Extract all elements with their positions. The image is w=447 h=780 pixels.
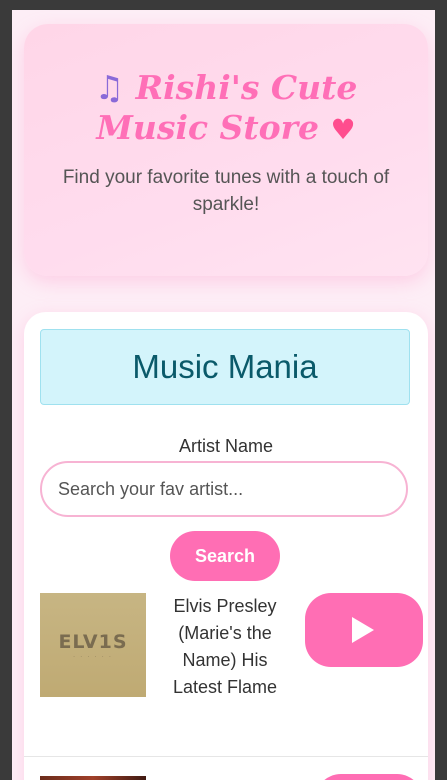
artist-search-input[interactable] (40, 461, 408, 517)
store-title-text: Rishi's Cute Music Store (96, 68, 358, 147)
musical-notes-icon: ♫ (94, 68, 125, 107)
album-art-next (40, 776, 146, 780)
result-row: ELV1S · · · · · · Elvis Presley (Marie's… (24, 582, 428, 746)
play-button-next[interactable] (315, 774, 423, 780)
sparkling-heart-icon: ♥ (330, 113, 356, 146)
song-title: Elvis Presley (Marie's the Name) His Lat… (172, 596, 278, 697)
store-title: ♫ Rishi's Cute Music Store ♥ (48, 68, 404, 150)
row-divider (24, 756, 428, 757)
search-button[interactable]: Search (170, 531, 280, 581)
music-search-card: Music Mania Artist Name Search ELV1S · ·… (24, 312, 428, 780)
album-art: ELV1S · · · · · · (40, 593, 146, 697)
page-viewport: ♫ Rishi's Cute Music Store ♥ Find your f… (12, 10, 435, 780)
play-button[interactable] (305, 593, 423, 667)
album-art-logo: ELV1S (58, 631, 128, 653)
store-subtitle: Find your favorite tunes with a touch of… (62, 167, 390, 215)
album-art-fine-print: · · · · · · (73, 654, 113, 660)
artist-name-label: Artist Name (178, 436, 274, 456)
app-heading: Music Mania (40, 329, 410, 405)
hero-header: ♫ Rishi's Cute Music Store ♥ Find your f… (24, 24, 428, 276)
play-icon (352, 617, 374, 643)
